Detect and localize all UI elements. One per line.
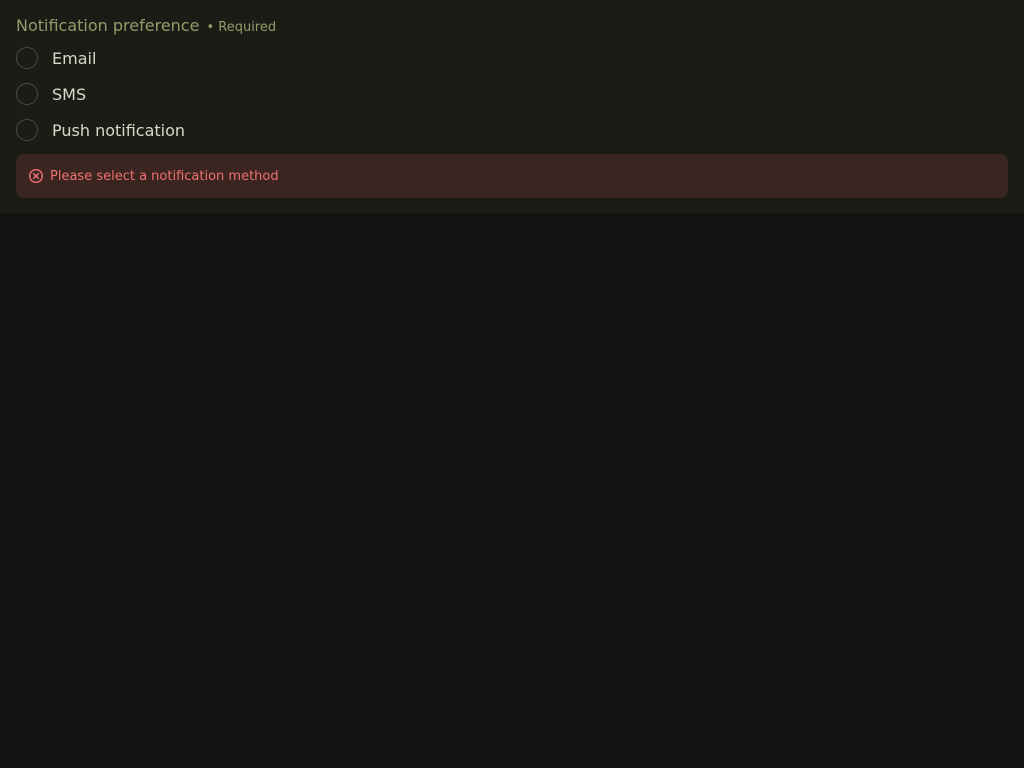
radio-button-push-notification[interactable] bbox=[16, 119, 38, 141]
fieldset-legend: Notification preference • Required bbox=[16, 16, 276, 38]
radio-button-email[interactable] bbox=[16, 47, 38, 69]
radio-option-push-notification[interactable]: Push notification bbox=[16, 117, 185, 143]
error-text: Please select a notification method bbox=[50, 168, 279, 184]
required-indicator: • Required bbox=[206, 20, 277, 35]
validation-error-message: Please select a notification method bbox=[16, 154, 1008, 198]
radio-label-sms[interactable]: SMS bbox=[52, 85, 86, 104]
radio-button-sms[interactable] bbox=[16, 83, 38, 105]
notification-preference-fieldset: Notification preference • Required Email… bbox=[0, 0, 1024, 214]
radio-label-push-notification[interactable]: Push notification bbox=[52, 121, 185, 140]
legend-title: Notification preference bbox=[16, 16, 200, 35]
radio-option-email[interactable]: Email bbox=[16, 45, 96, 71]
radio-label-email[interactable]: Email bbox=[52, 49, 96, 68]
radio-option-sms[interactable]: SMS bbox=[16, 81, 86, 107]
error-circle-x-icon bbox=[28, 168, 44, 184]
